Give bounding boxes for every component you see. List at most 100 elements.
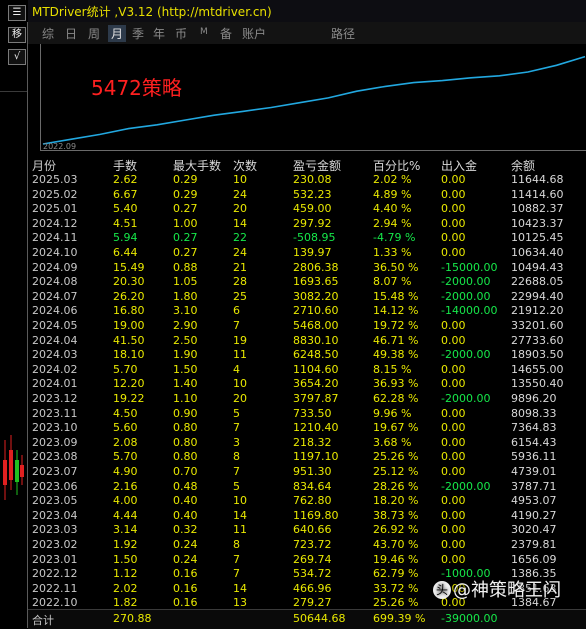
table-row: 2024.11 5.94 0.27 22 -508.95 -4.79 % 0.00 10125… xyxy=(28,231,586,245)
table-cell: 3 xyxy=(233,435,240,449)
table-cell: 10 xyxy=(233,377,247,391)
left-toolbar: ☰ 移 √ xyxy=(0,0,28,628)
table-cell: 4.00 xyxy=(113,494,138,508)
table-cell: 4.50 xyxy=(113,406,138,420)
table-cell: 2025.02 xyxy=(32,187,78,201)
tab-year[interactable]: 年 xyxy=(153,25,165,42)
table-cell: 0.00 xyxy=(441,435,466,449)
table-cell: 33.72 % xyxy=(373,581,419,595)
table-cell: -2000.00 xyxy=(441,275,491,289)
table-cell: 2.94 % xyxy=(373,216,412,230)
tab-overview[interactable]: 综 xyxy=(42,25,54,42)
tab-day[interactable]: 日 xyxy=(65,25,77,42)
table-cell: 0.00 xyxy=(441,216,466,230)
table-cell: 9.96 % xyxy=(373,406,412,420)
table-row: 2023.05 4.00 0.40 10 762.80 18.20 % 0.00 4953.0… xyxy=(28,494,586,508)
table-cell: 2024.06 xyxy=(32,304,78,318)
table-cell: 0.29 xyxy=(173,173,198,186)
table-cell: 2024.09 xyxy=(32,260,78,274)
header-lots: 手数 xyxy=(113,159,138,173)
table-cell: 13550.40 xyxy=(511,377,564,391)
table-cell: 532.23 xyxy=(293,187,332,201)
table-cell: 2.16 xyxy=(113,479,138,493)
tab-month[interactable]: 月 xyxy=(108,25,127,42)
table-cell: 139.97 xyxy=(293,246,332,259)
table-cell: 0.40 xyxy=(173,508,198,522)
table-cell: 16.80 xyxy=(113,304,145,318)
table-cell: 0.40 xyxy=(173,494,198,508)
table-cell: 25.26 % xyxy=(373,450,419,464)
tab-quarter[interactable]: 季 xyxy=(132,25,144,42)
watermark: 头 @神策略王闪 xyxy=(433,576,561,602)
table-cell: 2024.03 xyxy=(32,348,78,362)
table-row: 2023.11 4.50 0.90 5 733.50 9.96 % 0.00 8098.33 xyxy=(28,407,586,421)
table-row: 2024.04 41.50 2.50 19 8830.10 46.71 % 0.00 2773… xyxy=(28,334,586,348)
table-cell: 3787.71 xyxy=(511,479,557,493)
table-cell: 21912.20 xyxy=(511,304,564,318)
table-cell: 62.28 % xyxy=(373,392,419,405)
table-cell: 9896.20 xyxy=(511,392,557,405)
table-cell: 5 xyxy=(233,406,240,420)
tab-m[interactable]: M xyxy=(200,27,208,37)
table-cell: -2000.00 xyxy=(441,479,491,493)
table-cell: 22 xyxy=(233,231,247,245)
table-cell: 0.00 xyxy=(441,538,466,551)
tab-account[interactable]: 账户 xyxy=(242,25,266,42)
table-cell: 3082.20 xyxy=(293,289,339,303)
table-cell: 2023.08 xyxy=(32,450,78,464)
table-cell: 1.00 xyxy=(173,216,198,230)
table-cell: -4.79 % xyxy=(373,231,416,245)
table-cell: 6248.50 xyxy=(293,348,339,362)
totals-row: 合计 270.88 50644.68 699.39 % -39000.00 xyxy=(28,609,586,629)
tab-week[interactable]: 周 xyxy=(88,25,100,42)
table-cell: 19.46 % xyxy=(373,552,419,566)
tab-currency[interactable]: 币 xyxy=(175,25,187,42)
table-cell: 1210.40 xyxy=(293,421,339,435)
header-percent: 百分比% xyxy=(373,159,421,173)
table-cell: -2000.00 xyxy=(441,289,491,303)
table-cell: 5936.11 xyxy=(511,450,557,464)
table-cell: 24 xyxy=(233,187,247,201)
table-row: 2023.07 4.90 0.70 7 951.30 25.12 % 0.00 4739.01 xyxy=(28,465,586,479)
table-cell: 41.50 xyxy=(113,333,145,347)
table-cell: 2024.02 xyxy=(32,362,78,376)
table-cell: 1.40 xyxy=(173,377,198,391)
table-cell: -2000.00 xyxy=(441,348,491,362)
table-cell: 733.50 xyxy=(293,406,332,420)
table-cell: 24 xyxy=(233,246,247,259)
check-button[interactable]: √ xyxy=(8,49,26,65)
table-row: 2023.09 2.08 0.80 3 218.32 3.68 % 0.00 6154.43 xyxy=(28,436,586,450)
table-cell: 43.70 % xyxy=(373,538,419,551)
table-cell: 834.64 xyxy=(293,479,332,493)
table-cell: 6.67 xyxy=(113,187,138,201)
table-cell: 22994.40 xyxy=(511,289,564,303)
table-cell: 0.00 xyxy=(441,552,466,566)
watermark-icon: 头 xyxy=(433,581,451,599)
tab-path[interactable]: 路径 xyxy=(331,25,355,42)
divider xyxy=(0,91,28,92)
move-button[interactable]: 移 xyxy=(8,27,26,43)
table-cell: 8830.10 xyxy=(293,333,339,347)
tab-notes[interactable]: 备 xyxy=(220,25,232,42)
table-cell: 0.24 xyxy=(173,552,198,566)
total-lots: 270.88 xyxy=(113,612,152,625)
total-deposit: -39000.00 xyxy=(441,612,498,625)
table-cell: 4190.27 xyxy=(511,508,557,522)
table-cell: 4.89 % xyxy=(373,187,412,201)
table-cell: 0.00 xyxy=(441,231,466,245)
table-cell: 0.32 xyxy=(173,523,198,537)
table-cell: 28 xyxy=(233,275,247,289)
table-cell: 0.00 xyxy=(441,494,466,508)
table-cell: 7 xyxy=(233,465,240,478)
table-cell: 0.00 xyxy=(441,406,466,420)
strategy-label: 5472策略 xyxy=(91,76,182,100)
table-cell: 10 xyxy=(233,494,247,508)
menu-button[interactable]: ☰ xyxy=(8,5,26,21)
table-row: 2024.03 18.10 1.90 11 6248.50 49.38 % -2000.00… xyxy=(28,348,586,362)
table-cell: 1.12 xyxy=(113,567,138,581)
table-cell: 6154.43 xyxy=(511,435,557,449)
table-cell: -2000.00 xyxy=(441,392,491,405)
table-cell: 1.90 xyxy=(173,348,198,362)
table-cell: 2023.09 xyxy=(32,435,78,449)
table-cell: 4 xyxy=(233,362,240,376)
